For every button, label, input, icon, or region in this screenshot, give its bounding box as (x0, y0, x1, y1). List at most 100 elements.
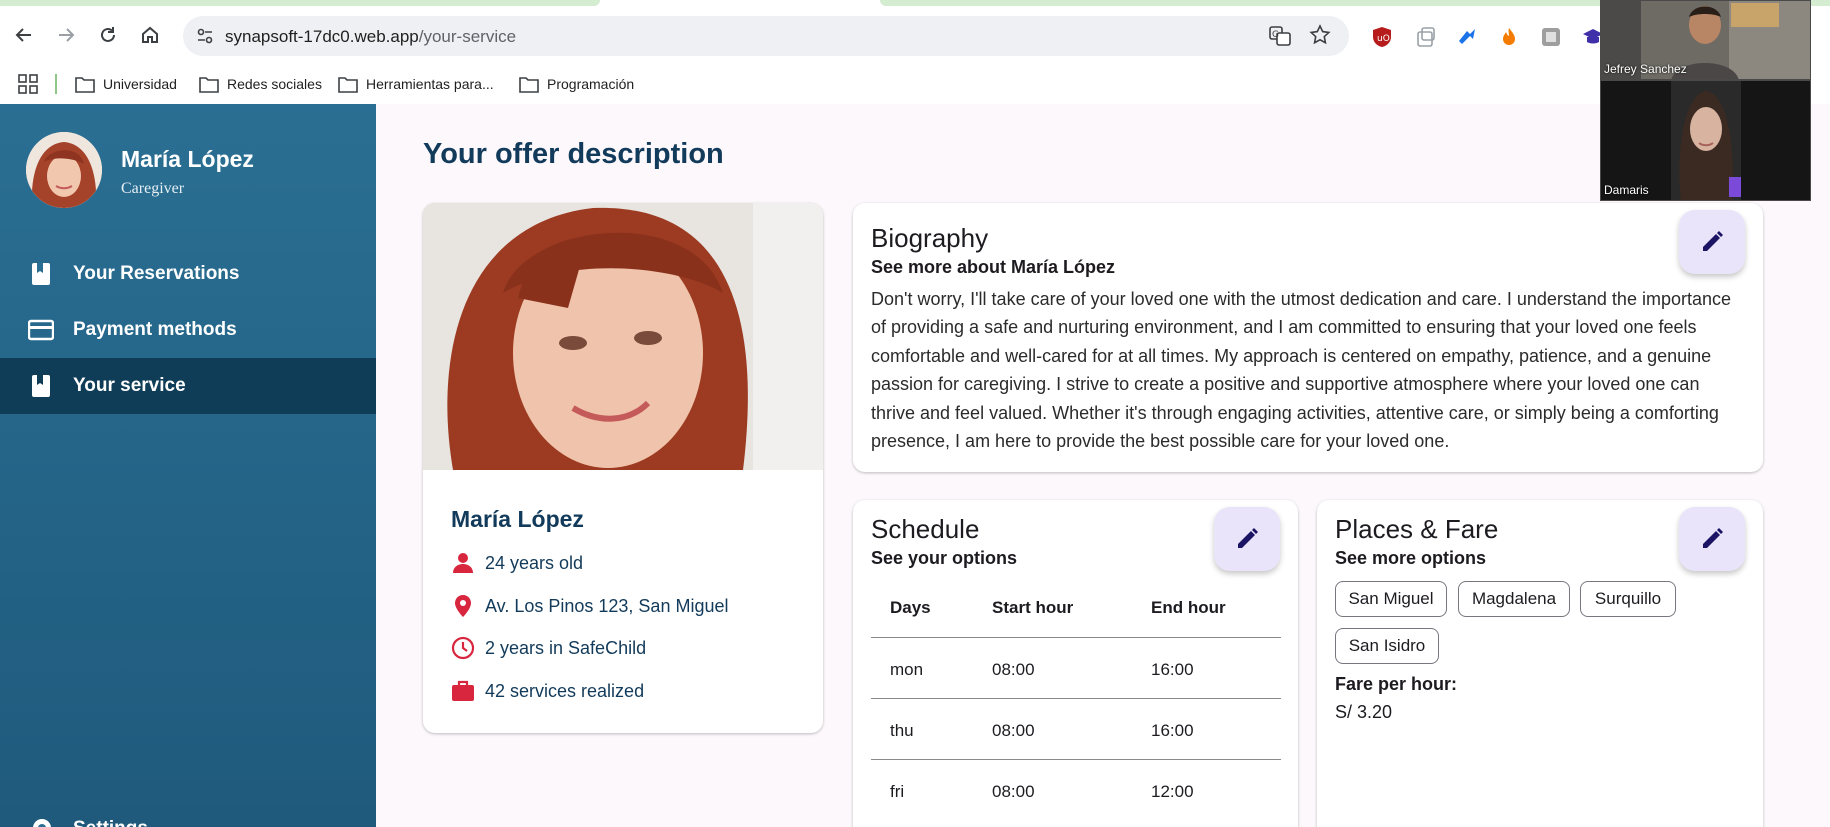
biography-subtitle: See more about María López (871, 257, 1116, 277)
bookmark-label: Programación (547, 76, 635, 92)
folder-icon (338, 77, 358, 93)
url-text[interactable]: synapsoft-17dc0.web.app/your-service (225, 27, 516, 47)
bookmark-programacion[interactable]: Programación (519, 72, 634, 96)
pencil-icon (1238, 528, 1258, 548)
fare-value: S/ 3.20 (1335, 702, 1393, 722)
url-path: /your-service (418, 27, 517, 46)
table-row: mon 08:00 16:00 (871, 637, 1281, 698)
schedule-subtitle: See your options (871, 548, 1018, 568)
places-subtitle: See more options (1335, 548, 1487, 568)
sidebar-item-label: Your Reservations (73, 263, 240, 284)
url-domain: synapsoft-17dc0.web.app (225, 27, 419, 46)
back-icon[interactable] (9, 20, 39, 50)
bookmark-label: Redes sociales (227, 76, 322, 92)
profile-experience-row: 2 years in SafeChild (451, 635, 646, 661)
profile-extension-icon[interactable] (1540, 26, 1562, 48)
cell-start-hour: 08:00 (992, 721, 1035, 740)
page-title: Your offer description (423, 138, 724, 170)
cell-end-hour: 16:00 (1151, 721, 1194, 740)
browser-toolbar: synapsoft-17dc0.web.app/your-service G u… (0, 8, 1830, 64)
location-pin-icon (455, 595, 471, 617)
district-chip[interactable]: Magdalena (1458, 581, 1570, 617)
sidebar-item-reservations[interactable]: Your Reservations (0, 246, 376, 302)
profile-card: María López 24 years old Av. Los Pinos 1… (423, 203, 823, 733)
bookmarks-separator (55, 74, 57, 94)
places-title: Places & Fare (1335, 514, 1499, 544)
tab-left[interactable] (0, 0, 600, 6)
bookmark-star-icon[interactable] (1309, 24, 1331, 46)
schedule-card: Schedule See your options Days Start hou… (853, 500, 1298, 827)
profile-address-row: Av. Los Pinos 123, San Miguel (451, 593, 728, 619)
sidebar-item-settings[interactable]: Settings (73, 818, 148, 827)
translate-icon[interactable]: G (1269, 26, 1291, 46)
biography-title: Biography (871, 223, 989, 253)
sidebar-user-name: María López (121, 146, 254, 172)
extension-icon[interactable] (1415, 26, 1437, 48)
biography-text: Don't worry, I'll take care of your love… (871, 289, 1732, 452)
reload-icon[interactable] (93, 20, 123, 50)
cell-start-hour: 08:00 (992, 660, 1035, 679)
bookmark-redes-sociales[interactable]: Redes sociales (199, 72, 322, 96)
profile-address: Av. Los Pinos 123, San Miguel (485, 595, 729, 616)
home-icon[interactable] (135, 20, 165, 50)
folder-icon (519, 77, 539, 93)
folder-icon (199, 77, 219, 93)
bookmark-universidad[interactable]: Universidad (75, 72, 177, 96)
cell-day: mon (890, 660, 924, 679)
district-chip[interactable]: San Isidro (1335, 628, 1439, 664)
profile-photo (423, 203, 823, 470)
places-fare-card: Places & Fare See more options San Migue… (1317, 500, 1763, 827)
profile-experience: 2 years in SafeChild (485, 637, 647, 658)
sidebar-item-your-service[interactable]: Your service (0, 358, 376, 414)
edit-schedule-button[interactable] (1214, 507, 1280, 571)
arrow-extension-icon[interactable] (1456, 26, 1478, 48)
table-row: fri 08:00 12:00 (871, 759, 1281, 820)
sidebar: María López Caregiver Your Reservations … (0, 104, 376, 827)
gear-icon[interactable] (28, 814, 56, 827)
address-bar[interactable]: synapsoft-17dc0.web.app/your-service G (183, 16, 1349, 56)
video-tile-jefrey[interactable]: Jefrey Sanchez (1600, 0, 1811, 80)
profile-name: María López (451, 506, 584, 532)
bookmarks-bar: Universidad Redes sociales Herramientas … (0, 64, 1830, 104)
briefcase-icon (452, 680, 474, 701)
column-header-start-hour: Start hour (992, 598, 1074, 617)
column-header-end-hour: End hour (1151, 598, 1226, 617)
schedule-title: Schedule (871, 514, 980, 544)
district-chip[interactable]: San Miguel (1335, 581, 1447, 617)
book-icon (32, 375, 50, 397)
bookmark-herramientas[interactable]: Herramientas para... (338, 72, 494, 96)
ublock-icon[interactable]: uO (1371, 26, 1393, 48)
book-icon (32, 263, 50, 285)
sidebar-item-payment-methods[interactable]: Payment methods (0, 302, 376, 358)
bookmark-label: Herramientas para... (366, 76, 494, 92)
main-content: Your offer description María López 24 ye (376, 104, 1830, 827)
svg-text:uO: uO (1377, 34, 1390, 44)
cell-end-hour: 12:00 (1151, 782, 1194, 801)
district-chip[interactable]: Surquillo (1580, 581, 1676, 617)
participant-name: Jefrey Sanchez (1604, 62, 1687, 76)
fire-extension-icon[interactable] (1498, 26, 1520, 48)
edit-places-button[interactable] (1679, 507, 1745, 571)
profile-age-row: 24 years old (451, 550, 583, 576)
sidebar-user-role: Caregiver (121, 180, 185, 197)
participant-name: Damaris (1604, 183, 1649, 197)
bookmark-label: Universidad (103, 76, 177, 92)
site-settings-icon[interactable] (195, 26, 215, 46)
cell-day: fri (890, 782, 905, 801)
table-row: thu 08:00 16:00 (871, 698, 1281, 759)
cell-day: thu (890, 721, 914, 740)
edit-biography-button[interactable] (1679, 210, 1745, 274)
biography-card: Biography See more about María López Don… (853, 203, 1763, 472)
profile-services: 42 services realized (485, 680, 645, 701)
svg-text:G: G (1272, 30, 1279, 40)
folder-icon (75, 77, 95, 93)
pencil-icon (1703, 231, 1723, 251)
pencil-icon (1703, 528, 1723, 548)
profile-age: 24 years old (485, 552, 584, 573)
forward-icon[interactable] (51, 20, 81, 50)
apps-grid-icon[interactable] (18, 74, 38, 94)
video-tile-damaris[interactable]: Damaris (1600, 80, 1811, 201)
credit-card-icon (28, 319, 54, 341)
avatar (26, 132, 102, 208)
column-header-days: Days (890, 598, 931, 617)
